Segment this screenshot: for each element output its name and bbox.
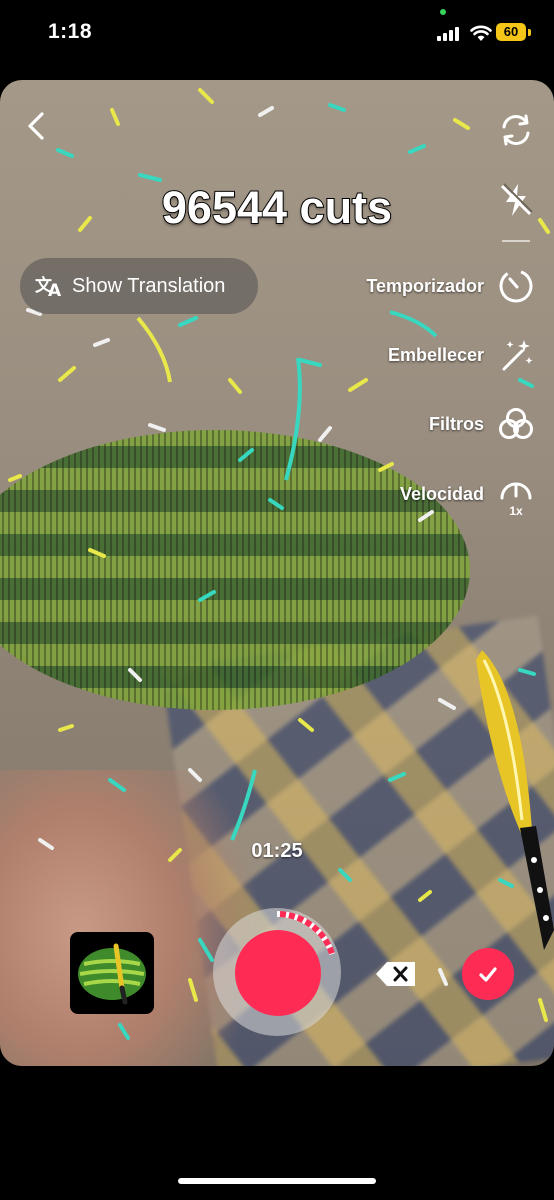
checkmark-icon	[479, 967, 497, 982]
cellular-signal-icon	[437, 27, 463, 41]
speed-label[interactable]: Velocidad	[400, 484, 484, 505]
speed-badge: 1x	[509, 504, 523, 518]
status-time: 1:18	[48, 20, 93, 43]
recording-timer: 01:25	[251, 840, 303, 862]
effect-thumbnail[interactable]	[70, 932, 154, 1014]
timer-icon[interactable]	[496, 266, 536, 306]
effect-counter-title: 96544 cuts	[161, 181, 393, 234]
record-button-core[interactable]	[235, 930, 321, 1016]
wifi-icon	[470, 25, 492, 41]
back-arrow-icon[interactable]	[22, 110, 50, 142]
camera-preview: 96544 cuts 文 A Show Translation Temporiz…	[0, 80, 554, 1066]
flip-camera-icon[interactable]	[496, 110, 536, 150]
speed-icon[interactable]: 1x	[496, 472, 536, 518]
filters-icon[interactable]	[496, 404, 536, 444]
beautify-label[interactable]: Embellecer	[388, 345, 484, 366]
status-bar: 1:18 60	[0, 0, 554, 70]
translate-icon: 文 A	[35, 275, 62, 301]
home-indicator[interactable]	[178, 1178, 376, 1184]
tool-rail-divider	[502, 240, 530, 242]
flash-off-icon[interactable]	[496, 180, 536, 220]
show-translation-button[interactable]: 文 A Show Translation	[20, 258, 258, 314]
battery-level: 60	[496, 23, 526, 41]
filters-label[interactable]: Filtros	[429, 414, 484, 435]
record-button[interactable]	[213, 908, 341, 1036]
camera-in-use-indicator	[440, 9, 446, 15]
delete-clip-icon[interactable]	[375, 960, 417, 988]
knife-effect	[476, 650, 554, 950]
watermelon-thumbnail-icon	[78, 943, 146, 1005]
done-button[interactable]	[462, 948, 514, 1000]
timer-label[interactable]: Temporizador	[366, 276, 484, 297]
magic-wand-icon[interactable]	[496, 335, 536, 375]
battery-tip	[528, 29, 531, 36]
svg-text:A: A	[48, 281, 62, 301]
show-translation-label: Show Translation	[72, 274, 226, 297]
